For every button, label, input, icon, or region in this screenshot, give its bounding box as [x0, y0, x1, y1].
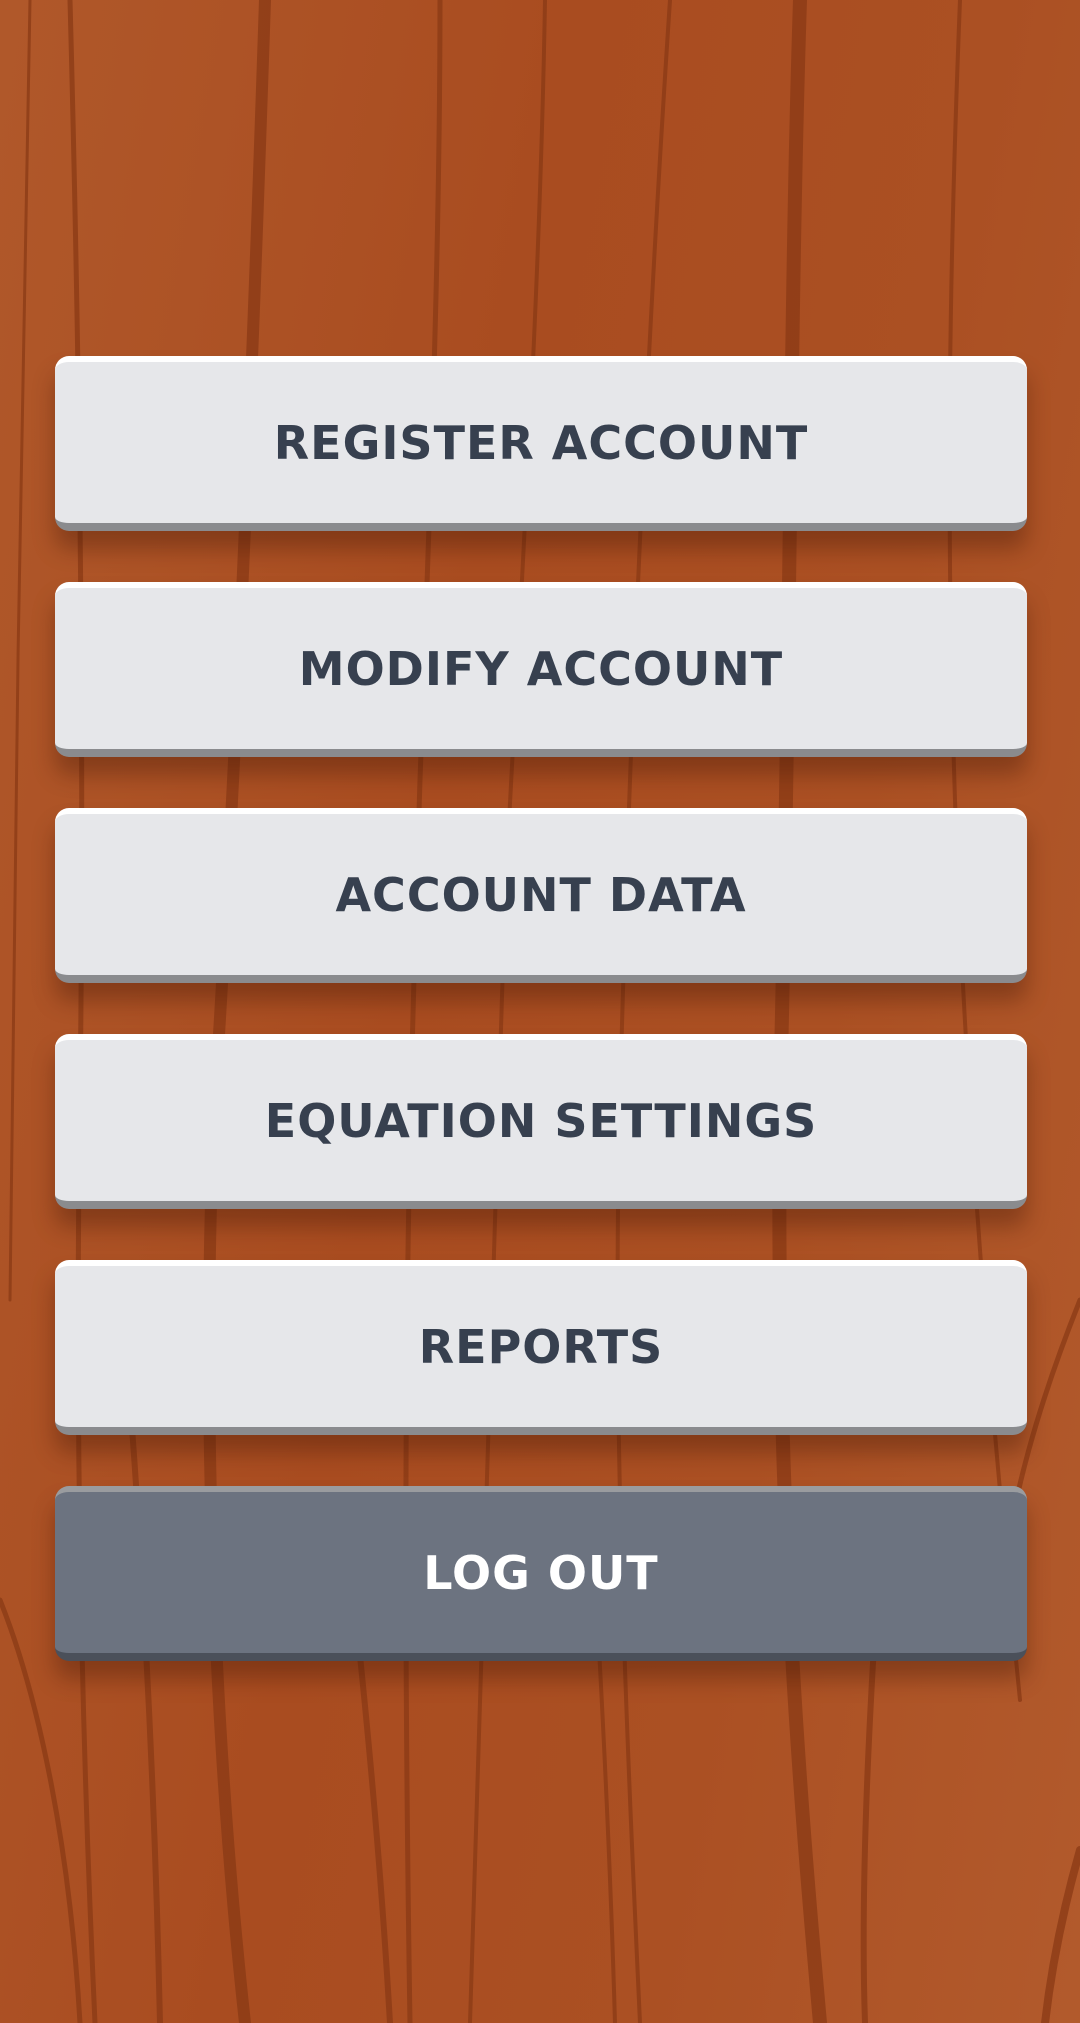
- reports-button[interactable]: REPORTS: [55, 1260, 1027, 1435]
- modify-account-button[interactable]: MODIFY ACCOUNT: [55, 582, 1027, 757]
- main-menu: REGISTER ACCOUNT MODIFY ACCOUNT ACCOUNT …: [55, 356, 1027, 1661]
- register-account-button[interactable]: REGISTER ACCOUNT: [55, 356, 1027, 531]
- equation-settings-button[interactable]: EQUATION SETTINGS: [55, 1034, 1027, 1209]
- account-data-button[interactable]: ACCOUNT DATA: [55, 808, 1027, 983]
- log-out-button[interactable]: LOG OUT: [55, 1486, 1027, 1661]
